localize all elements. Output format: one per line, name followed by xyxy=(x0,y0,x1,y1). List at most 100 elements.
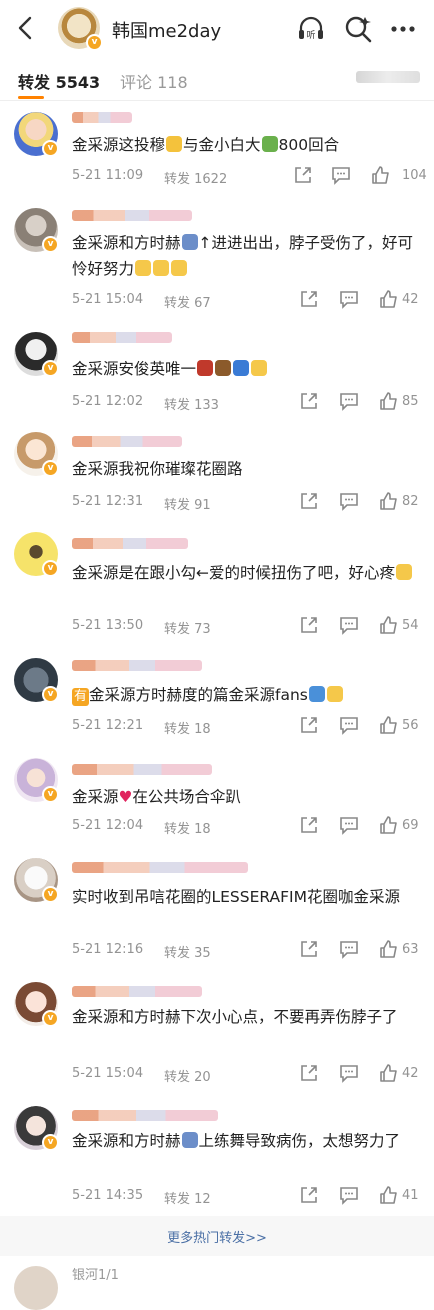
list-item: v 金采源♥在公共场合伞趴 5-21 12:04 转发 18 69 xyxy=(0,746,434,846)
listen-icon[interactable]: 听 xyxy=(296,14,326,44)
verified-badge-icon: v xyxy=(86,34,103,51)
post-text: 金采源是在跟小勾←爱的时候扭伤了吧，好心疼 xyxy=(72,560,422,586)
comment-icon[interactable] xyxy=(338,390,360,412)
repost-count: 转发 18 xyxy=(164,722,211,737)
post-time: 5-21 14:35 xyxy=(72,1188,144,1203)
post-time: 5-21 12:04 xyxy=(72,818,144,833)
username-blurred[interactable] xyxy=(72,112,132,123)
like-count: 69 xyxy=(402,818,419,833)
list-item: v 金采源和方时赫 上练舞导致病伤，太想努力了 5-21 14:35 转发 12 … xyxy=(0,1094,434,1216)
username-blurred[interactable] xyxy=(72,660,202,671)
crying-emoji-icon xyxy=(153,260,170,276)
list-item: v 金采源我祝你璀璨花圈路 5-21 12:31 转发 91 82 xyxy=(0,420,434,520)
share-icon[interactable] xyxy=(298,814,320,836)
like-icon[interactable] xyxy=(378,490,400,512)
comment-icon[interactable] xyxy=(338,288,360,310)
blurred-tab-area xyxy=(356,71,420,83)
bed-emoji-icon xyxy=(181,234,198,250)
back-icon[interactable] xyxy=(12,14,40,42)
list-item: v 金采源安俊英唯一 5-21 12:02 转发 133 85 xyxy=(0,320,434,420)
post-meta: 5-21 14:35 转发 12 41 xyxy=(72,1184,422,1208)
repost-count: 转发 1622 xyxy=(164,172,228,187)
post-text: 金采源安俊英唯一 xyxy=(72,356,422,382)
share-icon[interactable] xyxy=(292,164,314,186)
avatar[interactable] xyxy=(14,1266,58,1310)
verified-badge-icon: v xyxy=(42,140,59,157)
post-time: 5-21 11:09 xyxy=(72,168,144,183)
username-blurred[interactable] xyxy=(72,436,182,447)
share-icon[interactable] xyxy=(298,1062,320,1084)
like-icon[interactable] xyxy=(378,390,400,412)
post-meta: 5-21 15:04 转发 67 42 xyxy=(72,288,422,312)
post-text: 金采源这投穆 与金小白大 800回合 xyxy=(72,136,340,154)
share-icon[interactable] xyxy=(298,390,320,412)
verified-badge-icon: v xyxy=(42,236,59,253)
comment-icon[interactable] xyxy=(338,1062,360,1084)
comment-icon[interactable] xyxy=(330,164,352,186)
post-meta: 5-21 12:04 转发 18 69 xyxy=(72,814,422,838)
like-icon[interactable] xyxy=(378,288,400,310)
comment-icon[interactable] xyxy=(338,814,360,836)
search-icon[interactable] xyxy=(343,14,373,44)
comment-icon[interactable] xyxy=(338,938,360,960)
comment-icon[interactable] xyxy=(338,1184,360,1206)
like-icon[interactable] xyxy=(378,614,400,636)
username-blurred[interactable] xyxy=(72,862,248,873)
post-text: 金采源我祝你璀璨花圈路 xyxy=(72,460,243,478)
username-blurred[interactable] xyxy=(72,332,172,343)
verified-badge-icon: v xyxy=(42,686,59,703)
like-count: 82 xyxy=(402,494,419,509)
post-time: 5-21 12:31 xyxy=(72,494,144,509)
post-meta: 5-21 12:02 转发 133 85 xyxy=(72,390,422,414)
comment-icon[interactable] xyxy=(338,714,360,736)
more-hot-reposts-link[interactable]: 更多热门转发>> xyxy=(0,1227,434,1246)
comment-icon[interactable] xyxy=(338,490,360,512)
like-icon[interactable] xyxy=(378,814,400,836)
username-blurred[interactable] xyxy=(72,1110,218,1121)
repost-count: 转发 91 xyxy=(164,498,211,513)
like-icon[interactable] xyxy=(370,164,392,186)
username-blurred[interactable] xyxy=(72,764,212,775)
verified-badge-icon: v xyxy=(42,1010,59,1027)
like-icon[interactable] xyxy=(378,1184,400,1206)
repost-count: 转发 133 xyxy=(164,398,219,413)
comment-icon[interactable] xyxy=(338,614,360,636)
tab-repost[interactable]: 转发 5543 xyxy=(18,69,100,93)
username-blurred[interactable] xyxy=(72,210,192,221)
post-text: 金采源和方时赫 上练舞导致病伤，太想努力了 xyxy=(72,1132,401,1150)
post-text: 金采源和方时赫下次小心点，不要再弄伤脖子了 xyxy=(72,1008,398,1026)
active-tab-indicator xyxy=(18,96,44,99)
leaf-emoji-icon xyxy=(261,136,278,152)
verified-badge-icon: v xyxy=(42,360,59,377)
username-blurred[interactable] xyxy=(72,538,188,549)
share-icon[interactable] xyxy=(298,614,320,636)
post-text: 金采源♥在公共场合伞趴 xyxy=(72,788,241,806)
face-emoji-icon xyxy=(251,360,268,376)
post-meta: 5-21 11:09 转发 1622 104 xyxy=(72,164,427,188)
repost-count: 转发 73 xyxy=(164,622,211,637)
post-meta: 5-21 15:04 转发 20 42 xyxy=(72,1062,422,1086)
like-icon[interactable] xyxy=(378,938,400,960)
like-icon[interactable] xyxy=(378,1062,400,1084)
post-meta: 5-21 13:50 转发 73 54 xyxy=(72,614,422,638)
post-text: 金采源和方时赫 ↑进进出出，脖子受伤了，好可怜好努力 xyxy=(72,234,414,278)
like-count: 42 xyxy=(402,292,419,307)
share-icon[interactable] xyxy=(298,288,320,310)
like-count: 104 xyxy=(402,168,427,183)
share-icon[interactable] xyxy=(298,714,320,736)
bed-emoji-icon xyxy=(181,1132,198,1148)
repost-count: 转发 67 xyxy=(164,296,211,311)
repost-count: 转发 18 xyxy=(164,822,211,837)
share-icon[interactable] xyxy=(298,938,320,960)
share-icon[interactable] xyxy=(298,1184,320,1206)
share-icon[interactable] xyxy=(298,490,320,512)
username-blurred[interactable] xyxy=(72,986,202,997)
post-time: 5-21 15:04 xyxy=(72,292,144,307)
poop-emoji-icon xyxy=(215,360,232,376)
face-emoji-icon xyxy=(326,686,343,702)
post-time: 5-21 12:02 xyxy=(72,394,144,409)
tab-comment[interactable]: 评论 118 xyxy=(120,69,188,93)
more-icon[interactable] xyxy=(388,14,418,44)
list-item: v 金采源和方时赫 ↑进进出出，脖子受伤了，好可怜好努力 5-21 15:04 转… xyxy=(0,196,434,320)
like-icon[interactable] xyxy=(378,714,400,736)
